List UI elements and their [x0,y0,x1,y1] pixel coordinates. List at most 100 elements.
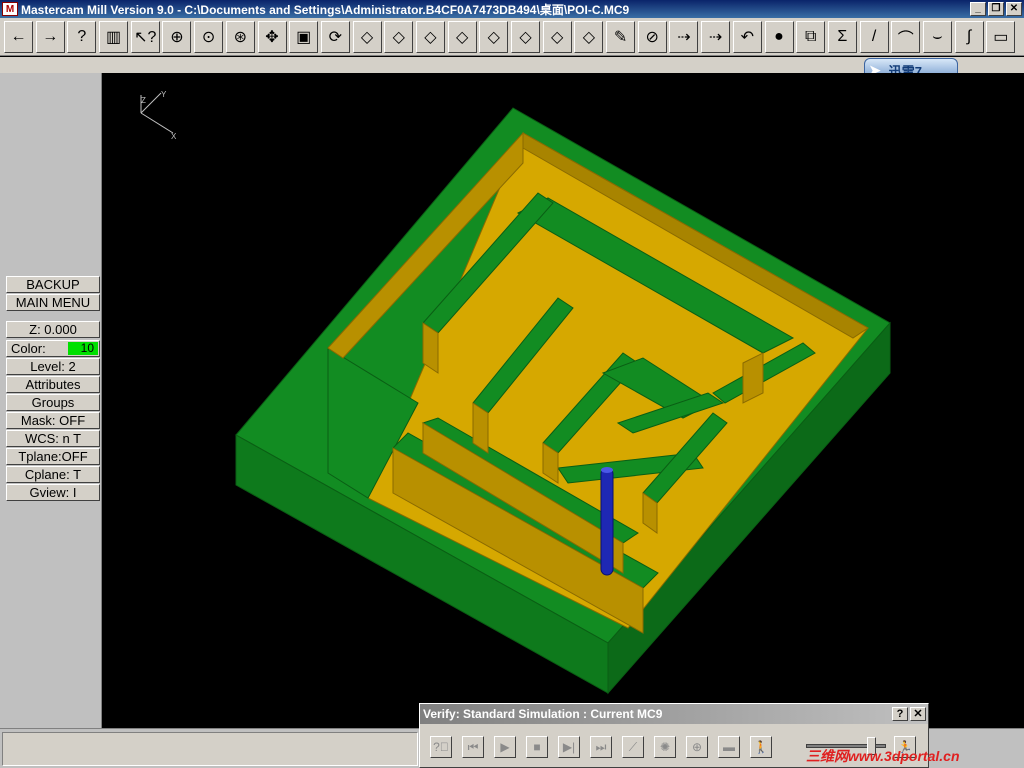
verify-title-bar: Verify: Standard Simulation : Current MC… [420,704,928,724]
help-icon: ? [77,27,87,45]
cplane-front-icon: ◇ [551,28,564,46]
arc-button[interactable]: ⌒ [891,20,921,53]
color-button[interactable]: Color: 10 [6,340,100,357]
verify-collision-button[interactable]: ✺ [654,736,676,758]
side-view-icon: ◇ [455,28,469,46]
cplane-iso-button[interactable]: ◇ [479,20,509,53]
zoom-unzoom-button[interactable]: ⊙ [194,20,224,53]
back-arrow-button[interactable]: ← [4,20,33,53]
cplane-side-icon: ◇ [582,28,596,46]
verify-zoom-button[interactable]: ⊕ [686,736,708,758]
zoom-fit-button[interactable]: ⊛ [225,20,255,53]
cplane-button[interactable]: Cplane: T [6,466,100,483]
delete-button[interactable]: ⊘ [637,20,667,53]
zoom-window-icon: ⊕ [170,28,184,46]
main-menu-button[interactable]: MAIN MENU [6,294,100,311]
iso-view-icon: ◇ [360,28,374,46]
arc-icon: ⌒ [897,30,914,48]
help-button[interactable]: ? [67,20,97,53]
rectangle-button[interactable]: ▭ [986,20,1016,53]
rotate-view-button[interactable]: ⟳ [320,20,350,53]
level-button[interactable]: Level: 2 [6,358,100,375]
eraser-button[interactable]: ✎ [606,20,636,53]
context-help-icon: ↖? [134,28,157,46]
attributes-button[interactable]: Attributes [6,376,100,393]
axis-y-label: Y [161,90,167,99]
line-icon: / [871,27,877,45]
minimize-button[interactable]: _ [970,2,986,16]
forward-arrow-button[interactable]: → [35,20,65,53]
line-button[interactable]: / [859,20,889,53]
axis-z-label: Z [141,96,146,105]
main-menu-panel: BACKUP MAIN MENU Z: 0.000 Color: 10 Leve… [0,73,102,728]
front-view-icon: ◇ [424,28,437,46]
top-view-button[interactable]: ◇ [384,20,414,53]
verify-controls: ?⃞ ⏮ ▶ ■ ▶| ⏭ ⟋ ✺ ⊕ ▬ 🚶 [430,736,782,758]
rotate-view-icon: ⟳ [328,28,343,46]
cplane-iso-icon: ◇ [487,28,500,46]
side-view-button[interactable]: ◇ [447,20,477,53]
rectangle-icon: ▭ [993,28,1009,46]
delete-icon: ⊘ [645,28,659,46]
verify-speed-button[interactable]: 🚶 [750,736,772,758]
watermark: 三维网www.3dportal.cn [806,748,960,764]
pan-button[interactable]: ✥ [257,20,287,53]
undo-icon: ↶ [740,28,755,46]
zoom-unzoom-icon: ⊙ [201,28,216,46]
toolbar-page-button[interactable]: ▥ [99,20,129,53]
shade-button[interactable]: ● [764,20,794,53]
verify-tool-display-button[interactable]: ⟋ [622,736,644,758]
mask-button[interactable]: Mask: OFF [6,412,100,429]
verify-stop-button[interactable]: ■ [526,736,548,758]
cplane-front-button[interactable]: ◇ [542,20,572,53]
zoom-window-button[interactable]: ⊕ [162,20,192,53]
cplane-side-button[interactable]: ◇ [574,20,604,53]
fillet-button[interactable]: ⌣ [922,20,952,53]
toolpath-button[interactable]: ⇢ [669,20,699,53]
screen-select-icon: ▣ [296,28,312,46]
cplane-top-icon: ◇ [519,28,532,46]
groups-button[interactable]: Groups [6,394,100,411]
analyze-button[interactable]: Σ [827,20,857,53]
axis-x-label: X [171,132,177,141]
iso-view-button[interactable]: ◇ [352,20,382,53]
mastercam-window: M Mastercam Mill Version 9.0 - C:\Docume… [0,0,1024,768]
cutting-tool [600,467,614,576]
wcs-button[interactable]: WCS: n T [6,430,100,447]
verify-step-button[interactable]: ▶| [558,736,580,758]
cplane-top-button[interactable]: ◇ [511,20,540,53]
operations-button[interactable]: ⇢ [701,20,731,53]
undo-button[interactable]: ↶ [732,20,762,53]
close-button[interactable]: ✕ [1006,2,1022,16]
back-arrow-icon: ← [10,27,27,45]
spline-button[interactable]: ∫ [954,20,984,53]
color-label: Color: [11,341,46,356]
pan-icon: ✥ [265,28,279,46]
z-depth-button[interactable]: Z: 0.000 [6,321,100,338]
verify-fast-forward-button[interactable]: ⏭ [590,736,612,758]
tplane-button[interactable]: Tplane:OFF [6,448,100,465]
transform-button[interactable]: ⧉ [796,20,826,53]
title-bar: M Mastercam Mill Version 9.0 - C:\Docume… [0,0,1024,18]
window-title: Mastercam Mill Version 9.0 - C:\Document… [21,2,630,17]
graphics-viewport[interactable]: X Y Z [103,73,1024,728]
verify-play-button[interactable]: ▶ [494,736,516,758]
analyze-icon: Σ [837,27,848,45]
gview-button[interactable]: Gview: I [6,484,100,501]
eraser-icon: ✎ [613,28,628,46]
verify-title: Verify: Standard Simulation : Current MC… [423,707,663,721]
mastercam-app-icon[interactable]: M [2,2,18,16]
toolbar-page-icon: ▥ [106,28,122,46]
verify-help-button[interactable]: ? [892,707,908,721]
context-help-button[interactable]: ↖? [130,20,160,53]
verify-restart-button[interactable]: ⏮ [462,736,484,758]
verify-close-button[interactable]: ✕ [910,707,926,721]
screen-select-button[interactable]: ▣ [289,20,319,53]
zoom-fit-icon: ⊛ [233,28,248,46]
backup-button[interactable]: BACKUP [6,276,100,293]
verify-save-button[interactable]: ▬ [718,736,740,758]
toolpath-icon: ⇢ [677,28,691,46]
verify-options-button[interactable]: ?⃞ [430,736,452,758]
maximize-button[interactable]: ❐ [988,2,1004,16]
front-view-button[interactable]: ◇ [415,20,445,53]
